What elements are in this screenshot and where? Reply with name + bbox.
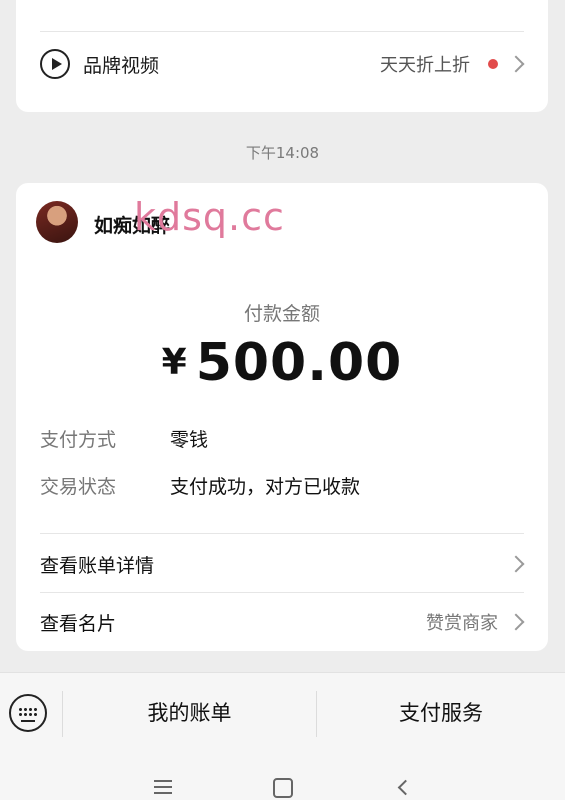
payment-amount: ¥500.00 (16, 333, 548, 393)
amount-value: 500.00 (195, 333, 403, 393)
transaction-status-row: 交易状态 支付成功，对方已收款 (40, 470, 360, 500)
transaction-status-value: 支付成功，对方已收款 (170, 475, 361, 498)
back-icon[interactable] (397, 779, 414, 796)
promo-text: 天天折上折 (380, 55, 470, 76)
transaction-status-key: 交易状态 (40, 475, 117, 498)
notification-dot (488, 59, 498, 69)
view-card-label: 查看名片 (40, 612, 117, 635)
payment-method-value: 零钱 (170, 428, 209, 451)
payment-method-row: 支付方式 零钱 (40, 423, 208, 453)
amount-label: 付款金额 (243, 303, 320, 325)
home-icon[interactable] (273, 778, 293, 798)
bottom-tab-bar: 我的账单 支付服务 (0, 672, 565, 755)
brand-video-card: 品牌视频 天天折上折 (16, 0, 548, 112)
payment-card: 如痴如醉 kdsq.cc 付款金额 ¥500.00 支付方式 零钱 交易状态 支… (16, 183, 548, 651)
merchant-card-row[interactable]: 查看名片 赞赏商家 (40, 602, 528, 642)
keyboard-icon[interactable] (9, 694, 47, 732)
payment-method-key: 支付方式 (40, 428, 117, 451)
currency-symbol: ¥ (161, 342, 188, 383)
system-nav-bar (0, 754, 565, 800)
brand-video-label: 品牌视频 (83, 54, 160, 77)
menu-icon[interactable] (154, 780, 172, 798)
watermark: kdsq.cc (134, 195, 285, 239)
chevron-right-icon (507, 555, 525, 573)
tab-payment-service[interactable]: 支付服务 (317, 697, 565, 727)
chevron-right-icon (507, 55, 525, 73)
play-icon (40, 49, 70, 79)
divider (40, 533, 524, 534)
bill-detail-label: 查看账单详情 (40, 554, 155, 577)
message-timestamp: 下午14:08 (245, 144, 320, 162)
divider (40, 592, 524, 593)
divider (40, 31, 524, 32)
tab-my-bill[interactable]: 我的账单 (63, 697, 316, 727)
avatar[interactable] (36, 201, 78, 243)
reward-merchant-text: 赞赏商家 (426, 613, 498, 634)
brand-video-row[interactable]: 品牌视频 天天折上折 (40, 44, 528, 84)
bill-detail-row[interactable]: 查看账单详情 (40, 544, 528, 584)
chevron-right-icon (507, 613, 525, 631)
